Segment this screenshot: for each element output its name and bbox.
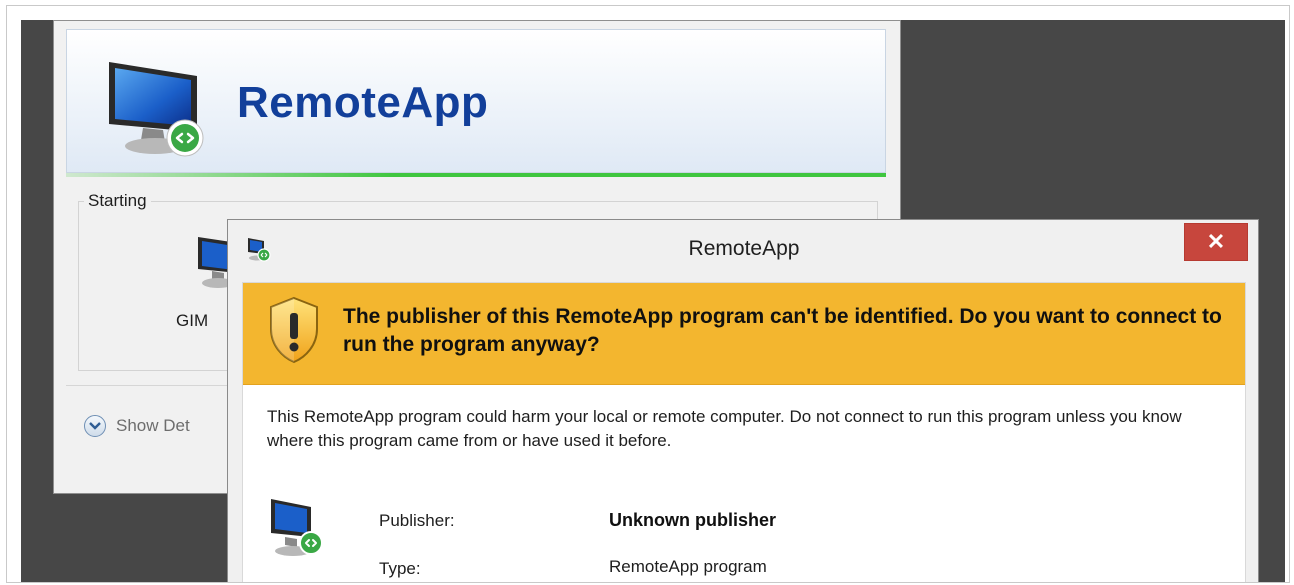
expand-chevron-icon[interactable] <box>84 415 106 437</box>
warning-bar: The publisher of this RemoteApp program … <box>243 283 1245 385</box>
remoteapp-monitor-icon <box>103 58 223 167</box>
close-icon[interactable]: ✕ <box>1207 229 1225 255</box>
program-name: GIM <box>176 311 209 330</box>
progress-line <box>66 173 886 177</box>
banner: RemoteApp <box>66 29 886 173</box>
type-label: Type: <box>379 559 421 578</box>
publisher-label: Publisher: <box>379 511 455 530</box>
type-value: RemoteApp program <box>609 557 767 576</box>
remoteapp-program-icon <box>267 495 329 566</box>
shield-warning-icon <box>267 295 321 370</box>
group-label: Starting <box>84 191 151 211</box>
show-details-toggle[interactable]: Show Det <box>84 413 190 439</box>
show-details-label[interactable]: Show Det <box>116 416 190 436</box>
dialog-content: The publisher of this RemoteApp program … <box>242 282 1246 582</box>
warning-description: This RemoteApp program could harm your l… <box>267 407 1182 450</box>
screenshot-frame: RemoteApp Starting GIM Show Det RemoteAp… <box>6 5 1290 583</box>
security-warning-dialog: RemoteApp ✕ The publisher of this Remote… <box>227 219 1259 582</box>
dialog-title: RemoteApp <box>688 237 800 260</box>
close-button[interactable]: ✕ <box>1184 223 1248 261</box>
banner-title: RemoteApp <box>237 78 489 127</box>
publisher-value: Unknown publisher <box>609 510 777 530</box>
dialog-titlebar[interactable]: RemoteApp ✕ <box>228 220 1258 282</box>
warning-message: The publisher of this RemoteApp program … <box>343 305 1222 356</box>
